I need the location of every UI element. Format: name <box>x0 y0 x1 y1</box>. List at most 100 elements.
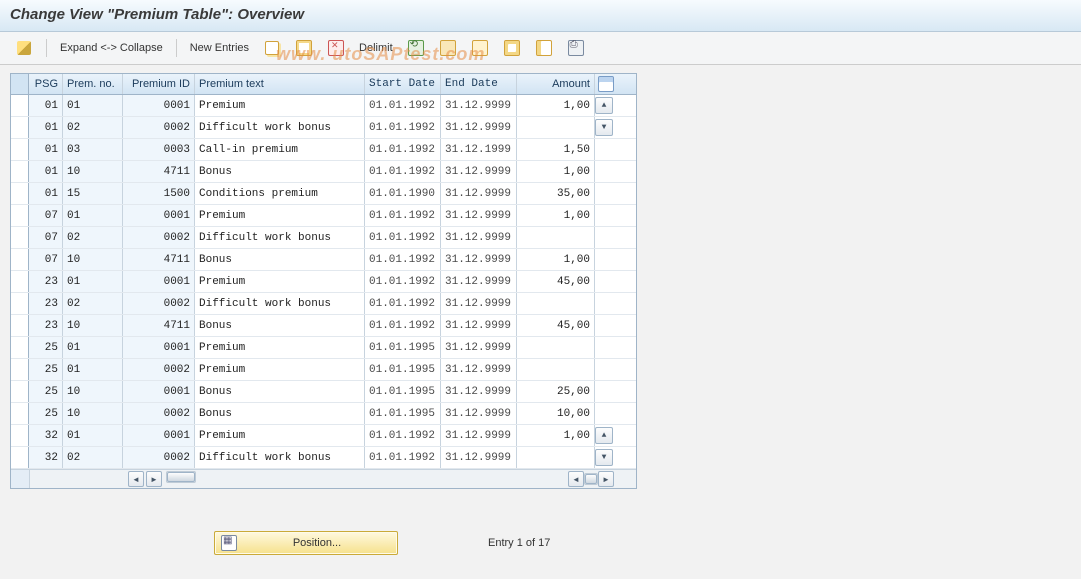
scroll-page-up-button[interactable]: ▲ <box>595 427 613 444</box>
main-scroll-thumb[interactable] <box>585 474 597 484</box>
cell-end-date[interactable]: 31.12.9999 <box>441 315 517 336</box>
cell-end-date[interactable]: 31.12.1999 <box>441 139 517 160</box>
row-selector[interactable] <box>11 161 29 182</box>
deselect-all-button[interactable] <box>498 37 526 59</box>
cell-premium-text[interactable]: Bonus <box>195 249 365 270</box>
cell-prem-no[interactable]: 01 <box>63 337 123 358</box>
cell-start-date[interactable]: 01.01.1992 <box>365 447 441 468</box>
cell-premium-id[interactable]: 0002 <box>123 359 195 380</box>
row-selector[interactable] <box>11 381 29 402</box>
cell-amount[interactable]: 1,50 <box>517 139 595 160</box>
print-button[interactable] <box>562 37 590 59</box>
main-scroll-track[interactable] <box>584 473 598 485</box>
table-row[interactable]: 23020002Difficult work bonus01.01.199231… <box>11 293 636 315</box>
cell-premium-id[interactable]: 0002 <box>123 227 195 248</box>
cell-premium-id[interactable]: 0001 <box>123 337 195 358</box>
cell-amount[interactable]: 10,00 <box>517 403 595 424</box>
cell-start-date[interactable]: 01.01.1992 <box>365 425 441 446</box>
table-row[interactable]: 07010001Premium01.01.199231.12.99991,00 <box>11 205 636 227</box>
cell-premium-text[interactable]: Bonus <box>195 161 365 182</box>
row-selector[interactable] <box>11 337 29 358</box>
cell-premium-text[interactable]: Premium <box>195 359 365 380</box>
cell-start-date[interactable]: 01.01.1992 <box>365 117 441 138</box>
copy-button[interactable] <box>258 37 286 59</box>
cell-amount[interactable]: 1,00 <box>517 249 595 270</box>
delete-button[interactable] <box>322 37 350 59</box>
cell-start-date[interactable]: 01.01.1992 <box>365 315 441 336</box>
table-row[interactable]: 01151500Conditions premium01.01.199031.1… <box>11 183 636 205</box>
cell-prem-no[interactable]: 03 <box>63 139 123 160</box>
cell-start-date[interactable]: 01.01.1992 <box>365 161 441 182</box>
cell-amount[interactable] <box>517 447 595 468</box>
cell-psg[interactable]: 01 <box>29 139 63 160</box>
cell-psg[interactable]: 23 <box>29 315 63 336</box>
cell-premium-id[interactable]: 0002 <box>123 293 195 314</box>
cell-premium-text[interactable]: Difficult work bonus <box>195 227 365 248</box>
table-row[interactable]: 01020002Difficult work bonus01.01.199231… <box>11 117 636 139</box>
table-row[interactable]: 07020002Difficult work bonus01.01.199231… <box>11 227 636 249</box>
cell-premium-text[interactable]: Conditions premium <box>195 183 365 204</box>
cell-amount[interactable] <box>517 227 595 248</box>
cell-prem-no[interactable]: 01 <box>63 95 123 116</box>
cell-end-date[interactable]: 31.12.9999 <box>441 183 517 204</box>
cell-end-date[interactable]: 31.12.9999 <box>441 271 517 292</box>
scroll-up-button[interactable]: ▲ <box>595 97 613 114</box>
scroll-down-button[interactable]: ▼ <box>595 449 613 466</box>
cell-psg[interactable]: 25 <box>29 403 63 424</box>
cell-premium-id[interactable]: 0003 <box>123 139 195 160</box>
cell-premium-text[interactable]: Bonus <box>195 381 365 402</box>
table-row[interactable]: 25010001Premium01.01.199531.12.9999 <box>11 337 636 359</box>
cell-start-date[interactable]: 01.01.1992 <box>365 139 441 160</box>
table-row[interactable]: 25010002Premium01.01.199531.12.9999 <box>11 359 636 381</box>
select-all-button[interactable] <box>434 37 462 59</box>
cell-premium-text[interactable]: Difficult work bonus <box>195 293 365 314</box>
table-settings-button[interactable] <box>530 37 558 59</box>
scroll-left-button[interactable]: ◄ <box>568 471 584 487</box>
cell-end-date[interactable]: 31.12.9999 <box>441 337 517 358</box>
cell-end-date[interactable]: 31.12.9999 <box>441 95 517 116</box>
cell-start-date[interactable]: 01.01.1992 <box>365 271 441 292</box>
table-row[interactable]: 32010001Premium01.01.199231.12.99991,00▲ <box>11 425 636 447</box>
cell-premium-id[interactable]: 0002 <box>123 117 195 138</box>
cell-premium-id[interactable]: 0002 <box>123 447 195 468</box>
cell-psg[interactable]: 07 <box>29 227 63 248</box>
col-end-date[interactable]: End Date <box>441 74 517 94</box>
cell-end-date[interactable]: 31.12.9999 <box>441 293 517 314</box>
cell-amount[interactable]: 25,00 <box>517 381 595 402</box>
cell-amount[interactable] <box>517 117 595 138</box>
cell-prem-no[interactable]: 01 <box>63 271 123 292</box>
table-row[interactable]: 32020002Difficult work bonus01.01.199231… <box>11 447 636 469</box>
cell-amount[interactable]: 1,00 <box>517 95 595 116</box>
table-row[interactable]: 01104711Bonus01.01.199231.12.99991,00 <box>11 161 636 183</box>
cell-start-date[interactable]: 01.01.1992 <box>365 227 441 248</box>
cell-prem-no[interactable]: 02 <box>63 293 123 314</box>
cell-prem-no[interactable]: 10 <box>63 381 123 402</box>
cell-prem-no[interactable]: 10 <box>63 403 123 424</box>
col-premium-id[interactable]: Premium ID <box>123 74 195 94</box>
cell-start-date[interactable]: 01.01.1992 <box>365 249 441 270</box>
cell-amount[interactable]: 35,00 <box>517 183 595 204</box>
row-selector[interactable] <box>11 95 29 116</box>
cell-premium-id[interactable]: 4711 <box>123 249 195 270</box>
cell-amount[interactable] <box>517 359 595 380</box>
cell-premium-id[interactable]: 0001 <box>123 205 195 226</box>
frozen-scroll-track[interactable] <box>166 471 196 483</box>
cell-amount[interactable] <box>517 293 595 314</box>
cell-start-date[interactable]: 01.01.1992 <box>365 293 441 314</box>
cell-premium-id[interactable]: 1500 <box>123 183 195 204</box>
col-start-date[interactable]: Start Date <box>365 74 441 94</box>
cell-psg[interactable]: 25 <box>29 381 63 402</box>
cell-end-date[interactable]: 31.12.9999 <box>441 227 517 248</box>
undo-button[interactable] <box>402 37 430 59</box>
col-prem-no[interactable]: Prem. no. <box>63 74 123 94</box>
cell-premium-text[interactable]: Difficult work bonus <box>195 447 365 468</box>
cell-prem-no[interactable]: 10 <box>63 161 123 182</box>
cell-premium-id[interactable]: 0001 <box>123 271 195 292</box>
select-block-button[interactable] <box>466 37 494 59</box>
table-row[interactable]: 23104711Bonus01.01.199231.12.999945,00 <box>11 315 636 337</box>
scroll-frozen-right-button[interactable]: ► <box>146 471 162 487</box>
cell-end-date[interactable]: 31.12.9999 <box>441 249 517 270</box>
toggle-edit-button[interactable] <box>10 37 38 59</box>
scroll-page-down-button[interactable]: ▼ <box>595 119 613 136</box>
cell-premium-text[interactable]: Bonus <box>195 315 365 336</box>
